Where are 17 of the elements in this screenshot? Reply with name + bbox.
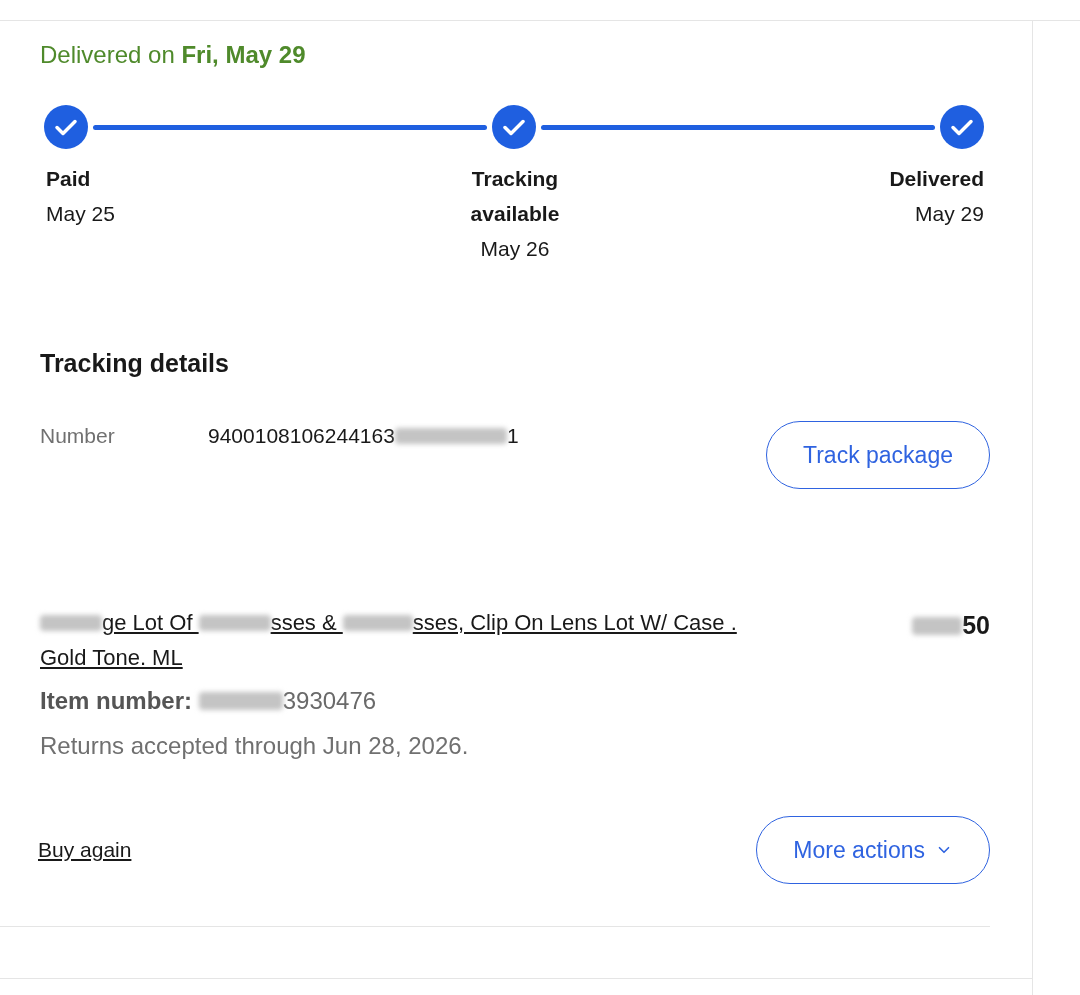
step-label: Delivered <box>889 166 984 192</box>
section-title: Tracking details <box>40 348 229 379</box>
item-title-link[interactable]: ge Lot Of sses & sses, Clip On Lens Lot W/ Case . Gold Tone. ML <box>40 605 760 675</box>
more-actions-button[interactable]: More actions <box>756 816 990 884</box>
number-label: Number <box>40 423 116 449</box>
tracking-number: 9400108106244163 1 <box>208 423 519 449</box>
step-label: Tracking available <box>469 166 561 227</box>
step-date: May 29 <box>915 201 984 227</box>
returns-note: Returns accepted through Jun 28, 2026. <box>40 731 469 761</box>
item-number: Item number: 3930476 <box>40 686 377 716</box>
track-package-button[interactable]: Track package <box>766 421 990 489</box>
buy-again-link[interactable]: Buy again <box>38 835 132 865</box>
step-date: May 25 <box>46 201 115 227</box>
step-date: May 26 <box>480 236 550 262</box>
delivery-status: Delivered on Fri, May 29 <box>40 40 306 70</box>
step-label: Paid <box>46 166 91 192</box>
item-price: 50 <box>912 605 990 645</box>
